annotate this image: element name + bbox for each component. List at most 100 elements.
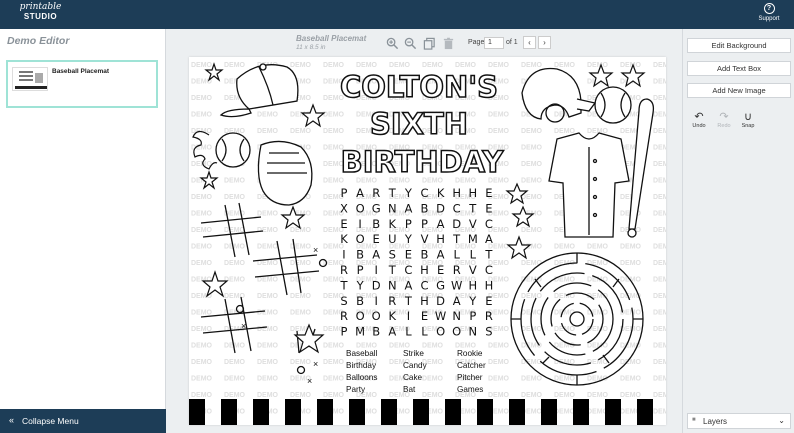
- grid-letter: I: [342, 248, 345, 262]
- zoom-out-icon[interactable]: [403, 37, 417, 51]
- checker-block: [349, 399, 365, 425]
- grid-letter: C: [485, 217, 493, 231]
- placemat-artwork: DEMO: [189, 57, 666, 425]
- app-logo[interactable]: printable STUDIO: [18, 3, 63, 21]
- word-list-item: Pitcher: [457, 373, 483, 382]
- grid-letter: C: [420, 186, 428, 200]
- grid-letter: A: [437, 217, 445, 231]
- grid-letter: N: [388, 278, 397, 292]
- thumbnail-title: Baseball Placemat: [52, 68, 110, 75]
- grid-letter: P: [469, 309, 476, 323]
- grid-letter: L: [405, 325, 412, 339]
- document-size: 11 x 8.5 in: [296, 44, 326, 51]
- word-list-item: Rookie: [457, 349, 483, 358]
- grid-letter: V: [469, 217, 477, 231]
- lock-icon: ■: [692, 417, 696, 423]
- grid-letter: U: [388, 232, 396, 246]
- checker-block: [477, 399, 493, 425]
- grid-letter: B: [372, 325, 380, 339]
- grid-letter: C: [485, 263, 493, 277]
- checker-strip: [189, 399, 653, 425]
- grid-letter: K: [437, 186, 445, 200]
- grid-letter: I: [374, 263, 377, 277]
- layers-dropdown[interactable]: ■ Layers ⌄: [687, 413, 791, 429]
- add-new-image-button[interactable]: Add New Image: [687, 83, 791, 98]
- grid-letter: O: [356, 309, 365, 323]
- grid-letter: N: [388, 201, 397, 215]
- grid-letter: P: [341, 186, 348, 200]
- grid-letter: S: [340, 294, 347, 308]
- snap-label: Snap: [741, 123, 755, 129]
- trash-icon[interactable]: [441, 37, 455, 51]
- grid-letter: B: [356, 248, 364, 262]
- next-page-button[interactable]: ›: [538, 36, 551, 49]
- collapse-menu-button[interactable]: « Collapse Menu: [0, 409, 166, 433]
- layers-label: Layers: [703, 417, 728, 426]
- grid-letter: P: [421, 217, 428, 231]
- word-list-item: Baseball: [346, 349, 378, 358]
- logo-line-2: STUDIO: [23, 12, 58, 21]
- baseball-glove-icon: [257, 140, 313, 206]
- prev-page-button[interactable]: ‹: [523, 36, 536, 49]
- add-text-box-button[interactable]: Add Text Box: [687, 61, 791, 76]
- grid-letter: Y: [404, 232, 413, 246]
- support-button[interactable]: ? Support: [756, 3, 782, 22]
- page-label: Page: [468, 39, 485, 46]
- redo-button[interactable]: ↷ Redo: [713, 111, 735, 129]
- checker-block: [221, 399, 237, 425]
- undo-button[interactable]: ↶ Undo: [688, 111, 710, 129]
- svg-text:×: ×: [313, 359, 318, 369]
- design-canvas[interactable]: DEMO: [189, 57, 666, 425]
- redo-label: Redo: [717, 123, 731, 129]
- title-line-1: COLTON'S: [340, 70, 498, 104]
- grid-letter: D: [436, 294, 445, 308]
- svg-text:×: ×: [241, 321, 246, 331]
- edit-background-button[interactable]: Edit Background: [687, 38, 791, 53]
- grid-letter: O: [436, 325, 445, 339]
- document-title: Baseball Placemat: [296, 34, 367, 43]
- grid-letter: P: [357, 263, 364, 277]
- checker-block: [285, 399, 301, 425]
- grid-letter: G: [436, 278, 445, 292]
- zoom-in-icon[interactable]: [385, 37, 399, 51]
- snap-button[interactable]: ∪ Snap: [737, 111, 759, 129]
- grid-letter: T: [452, 232, 461, 246]
- checker-block: [317, 399, 333, 425]
- grid-letter: X: [340, 201, 348, 215]
- copy-icon[interactable]: [422, 37, 436, 51]
- grid-letter: R: [485, 309, 493, 323]
- grid-letter: T: [339, 278, 348, 292]
- grid-letter: T: [404, 294, 413, 308]
- grid-letter: K: [340, 232, 348, 246]
- page-number-input[interactable]: 1: [484, 37, 504, 49]
- grid-letter: S: [389, 248, 396, 262]
- logo-line-1: printable: [19, 2, 62, 12]
- word-list-item: Birthday: [346, 361, 377, 370]
- grid-letter: E: [485, 201, 492, 215]
- grid-letter: C: [420, 278, 428, 292]
- grid-letter: O: [356, 201, 365, 215]
- grid-letter: C: [453, 201, 461, 215]
- grid-letter: M: [355, 325, 365, 339]
- grid-letter: E: [340, 217, 347, 231]
- word-list-item: Catcher: [457, 361, 486, 370]
- word-list-item: Candy: [403, 361, 428, 370]
- grid-letter: A: [372, 248, 380, 262]
- grid-letter: G: [372, 201, 381, 215]
- checker-block: [413, 399, 429, 425]
- grid-letter: H: [420, 263, 429, 277]
- grid-letter: H: [452, 186, 461, 200]
- grid-letter: R: [388, 294, 396, 308]
- magnet-icon: ∪: [743, 111, 753, 123]
- svg-text:×: ×: [313, 245, 318, 255]
- grid-letter: H: [468, 278, 477, 292]
- grid-letter: K: [389, 309, 397, 323]
- grid-letter: E: [485, 294, 492, 308]
- checker-block: [445, 399, 461, 425]
- grid-letter: H: [485, 278, 494, 292]
- grid-letter: L: [453, 248, 460, 262]
- grid-letter: O: [356, 232, 365, 246]
- grid-letter: M: [468, 232, 478, 246]
- page-thumbnail[interactable]: Baseball Placemat: [6, 60, 158, 108]
- grid-letter: N: [452, 309, 461, 323]
